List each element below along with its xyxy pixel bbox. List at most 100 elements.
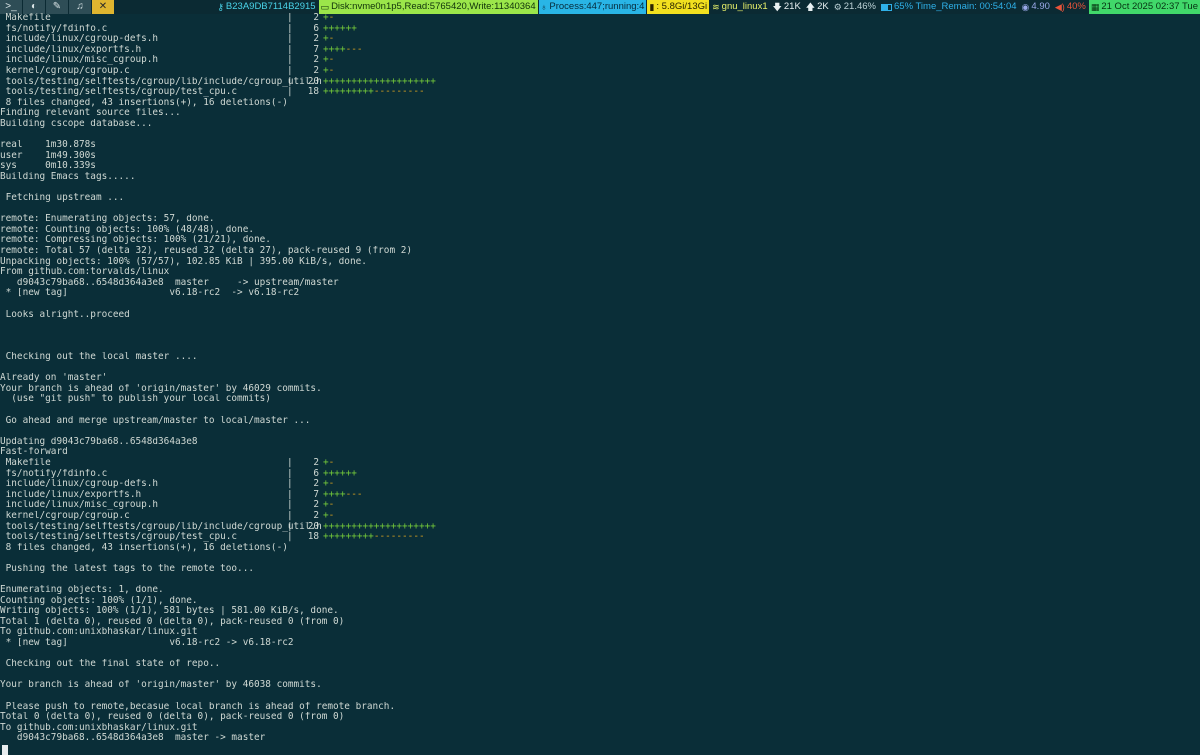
output-line: Building Emacs tags..... (0, 171, 136, 182)
diffstat-row: kernel/cgroup/cgroup.c | 2 +- (0, 66, 1200, 77)
diff-deletions: --------- (373, 87, 425, 98)
wifi-segment[interactable]: ≋ gnu_linux1 (710, 0, 770, 14)
wifi-icon: ≋ (712, 2, 720, 12)
diff-separator: | (287, 532, 293, 543)
tools-icon: ✕ (98, 1, 108, 12)
diff-count: 18 (307, 87, 319, 98)
output-line: Total 1 (delta 0), reused 0 (delta 0), p… (0, 616, 345, 627)
diff-separator: | (287, 23, 293, 34)
diffstat-row: include/linux/exportfs.h | 7 ++++--- (0, 490, 1200, 501)
diff-filename: fs/notify/fdinfo.c (0, 468, 108, 479)
memory-stats: : 5.8Gi/13Gi (656, 1, 708, 12)
diff-filename: include/linux/misc_cgroup.h (0, 55, 159, 66)
diffstat-row: Makefile | 2 +- (0, 13, 1200, 24)
diff-count: 2 (313, 510, 319, 521)
output-line: Please push to remote,becasue local bran… (0, 701, 396, 712)
workspace-button[interactable]: ✕ (92, 0, 114, 14)
diff-insertions: +++++++++ (323, 532, 374, 543)
diff-count: 2 (313, 500, 319, 511)
datetime: 21 Oct 2025 02:37 Tue (1101, 1, 1198, 12)
output-line: To github.com:unixbhaskar/linux.git (0, 627, 198, 638)
diff-deletions: --------- (373, 532, 425, 543)
load-average: 4.90 (1031, 1, 1050, 12)
output-line: To github.com:unixbhaskar/linux.git (0, 722, 198, 733)
diff-count: 2 (313, 34, 319, 45)
volume-segment[interactable]: ◀) 40% (1053, 0, 1088, 14)
datetime-segment[interactable]: ▦ 21 Oct 2025 02:37 Tue (1088, 0, 1200, 14)
output-line: Fetching upstream ... (0, 193, 125, 204)
output-line: d9043c79ba68..6548d364a3e8 master -> ups… (0, 277, 339, 288)
output-line: d9043c79ba68..6548d364a3e8 master -> mas… (0, 733, 266, 744)
diff-separator: | (287, 521, 293, 532)
workspace-button[interactable]: ✎ (46, 0, 68, 14)
output-line: Unpacking objects: 100% (57/57), 102.85 … (0, 256, 367, 267)
process-segment: ♁ Process:447;running:4 (538, 0, 647, 14)
diffstat-block-1: Makefile | 2 +- fs/notify/fdinfo.c | 6 ++++++ … (0, 13, 1200, 98)
disk-stats: Disk:nvme0n1p5,Read:5765420,Write:113403… (331, 1, 536, 12)
editor-icon: ✎ (52, 1, 62, 12)
output-line: user 1m49.300s (0, 150, 96, 161)
diff-filename: tools/testing/selftests/cgroup/lib/inclu… (0, 76, 322, 87)
output-line: Your branch is ahead of 'origin/master' … (0, 383, 322, 394)
diffstat-row: include/linux/cgroup-defs.h | 2 +- (0, 479, 1200, 490)
diff-filename: kernel/cgroup/cgroup.c (0, 510, 130, 521)
output-line: Enumerating objects: 1, done. (0, 585, 164, 596)
diffstat-row: tools/testing/selftests/cgroup/lib/inclu… (0, 77, 1200, 88)
net-down-segment: 🡇 21K (771, 0, 803, 14)
output-line: Fast-forward (0, 447, 68, 458)
diff-count: 6 (313, 23, 319, 34)
output-line: real 1m30.878s (0, 140, 96, 151)
workspace-button[interactable]: ◐ (23, 0, 45, 14)
diffstat-block-2: Makefile | 2 +- fs/notify/fdinfo.c | 6 ++++++ … (0, 458, 1200, 543)
system-status: ⚷ B23A9DB7114B2915 ▭ Disk:nvme0n1p5,Read… (214, 0, 1200, 14)
output-line: remote: Total 57 (delta 32), reused 32 (… (0, 246, 413, 257)
net-up-segment: 🡅 2K (804, 0, 831, 14)
diff-filename: tools/testing/selftests/cgroup/test_cpu.… (0, 87, 238, 98)
calendar-icon: ▦ (1090, 2, 1100, 12)
workspace-button[interactable]: ♫ (69, 0, 91, 14)
diff-count: 7 (313, 44, 319, 55)
wifi-ssid: gnu_linux1 (721, 1, 768, 12)
volume-level: 40% (1066, 1, 1086, 12)
workspace-button[interactable]: >_ (0, 0, 22, 14)
battery-segment: 65% Time_Remain: 00:54:04 (879, 0, 1019, 14)
terminal-icon: >_ (5, 1, 17, 12)
net-down-rate: 21K (783, 1, 801, 12)
output-line: Writing objects: 100% (1/1), 581 bytes |… (0, 606, 339, 617)
diff-separator: | (287, 87, 293, 98)
load-segment: ◉ 4.90 (1020, 0, 1052, 14)
output-line: sys 0m10.339s (0, 161, 96, 172)
output-line: Updating d9043c79ba68..6548d364a3e8 (0, 436, 198, 447)
diffstat-row: include/linux/misc_cgroup.h | 2 +- (0, 55, 1200, 66)
top-status-bar: >_ ◐ ✎ ♫ ✕ ⚷ B23A9DB7114B2915 ▭ Disk:nvme0n1… (0, 0, 1200, 14)
diff-deletions: - (328, 34, 335, 45)
diffstat-row: fs/notify/fdinfo.c | 6 ++++++ (0, 469, 1200, 480)
diff-separator: | (287, 468, 293, 479)
diff-insertions: ++++++ (323, 23, 357, 34)
output-line: 8 files changed, 43 insertions(+), 16 de… (0, 97, 288, 108)
output-line: From github.com:torvalds/linux (0, 267, 170, 278)
diff-filename: Makefile (0, 13, 51, 23)
output-line: Go ahead and merge upstream/master to lo… (0, 415, 311, 426)
diffstat-row: kernel/cgroup/cgroup.c | 2 +- (0, 511, 1200, 522)
diff-separator: | (287, 489, 293, 500)
diffstat-row: include/linux/exportfs.h | 7 ++++--- (0, 45, 1200, 56)
terminal-output[interactable]: Makefile | 2 +- fs/notify/fdinfo.c | 6 ++++++ … (0, 13, 1200, 755)
diffstat-row: tools/testing/selftests/cgroup/lib/inclu… (0, 522, 1200, 533)
process-icon: ♁ (540, 2, 548, 12)
output-line: Your branch is ahead of 'origin/master' … (0, 680, 322, 691)
diff-deletions: - (328, 479, 335, 490)
diff-filename: include/linux/exportfs.h (0, 44, 142, 55)
diff-count: 6 (313, 468, 319, 479)
diff-deletions: --- (345, 44, 363, 55)
output-line: Finding relevant source files... (0, 108, 181, 119)
diff-separator: | (287, 65, 293, 76)
diffstat-row: tools/testing/selftests/cgroup/test_cpu.… (0, 532, 1200, 543)
output-line: Counting objects: 100% (1/1), done. (0, 595, 198, 606)
